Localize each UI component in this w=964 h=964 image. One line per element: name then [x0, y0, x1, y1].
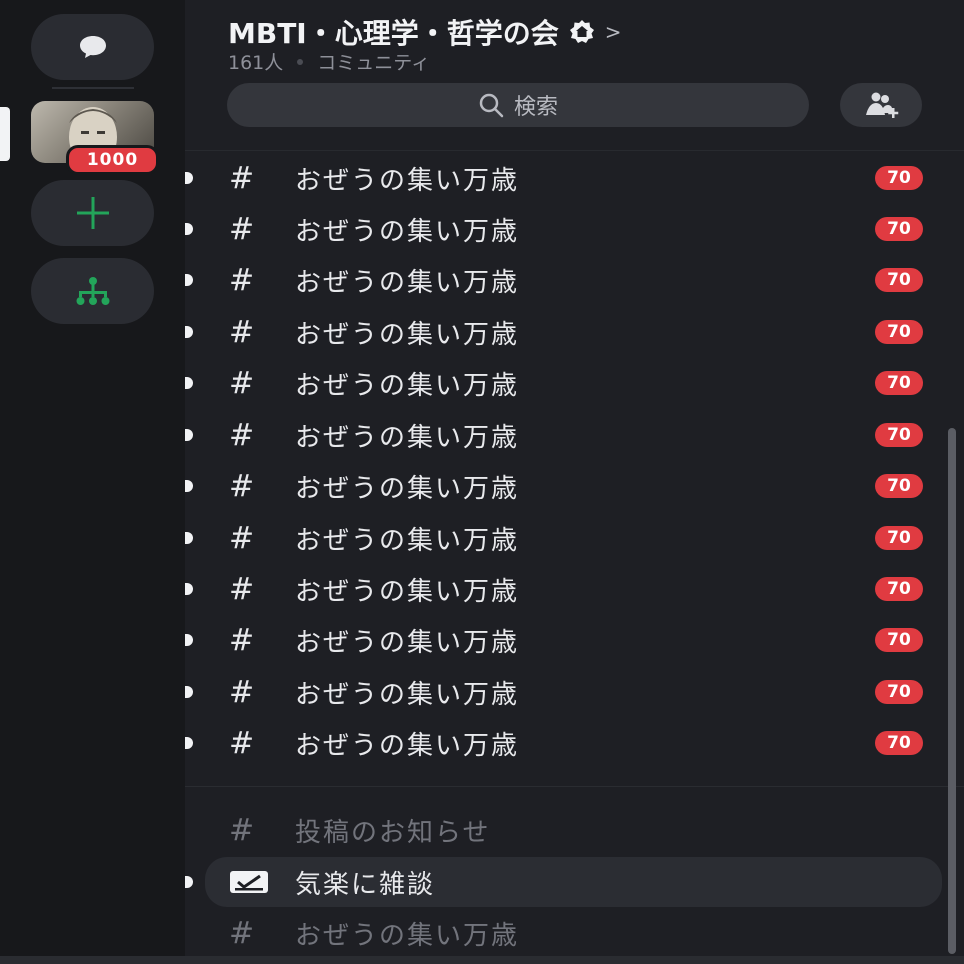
unread-indicator: [185, 223, 193, 235]
search-icon: [479, 93, 504, 118]
invite-members-button[interactable]: [840, 83, 922, 127]
add-server-button[interactable]: [31, 180, 154, 246]
channel-name: おぜうの集い万歳: [295, 319, 520, 350]
chat-bubble-icon: [79, 36, 106, 58]
channel-row[interactable]: # おぜうの集い万歳 70: [185, 358, 925, 408]
mention-badge: 70: [875, 474, 923, 498]
unread-indicator: [185, 634, 193, 646]
channel-row[interactable]: # おぜうの集い万歳 70: [185, 667, 925, 717]
channel-name: おぜうの集い万歳: [295, 422, 520, 453]
add-user-icon: [866, 92, 899, 118]
channel-row[interactable]: # おぜうの集い万歳 70: [185, 153, 925, 203]
channel-row[interactable]: # おぜうの集い万歳 70: [185, 255, 925, 305]
channel-row[interactable]: # おぜうの集い万歳 70: [185, 564, 925, 614]
channel-name: おぜうの集い万歳: [295, 525, 520, 556]
rail-divider: [52, 87, 134, 89]
channel-row[interactable]: # おぜうの集い万歳 70: [185, 204, 925, 254]
unread-indicator: [185, 737, 193, 749]
server-rail: 1000: [0, 0, 185, 964]
mention-badge: 70: [875, 166, 923, 190]
search-input[interactable]: 検索: [227, 83, 809, 127]
scrollbar-thumb[interactable]: [948, 428, 956, 954]
mention-badge: 70: [875, 423, 923, 447]
hash-icon: #: [229, 915, 255, 951]
channel-name: おぜうの集い万歳: [295, 473, 520, 504]
hash-icon: #: [229, 468, 255, 504]
channel-name: おぜうの集い万歳: [295, 216, 520, 247]
mention-badge: 70: [875, 371, 923, 395]
server-meta: 161人 コミュニティ: [228, 48, 430, 75]
channel-panel: MBTI・心理学・哲学の会 > 161人 コミュニティ 検索 # おぜうの集い万…: [185, 0, 964, 964]
channel-name: 投稿のお知らせ: [295, 817, 491, 848]
channel-name: おぜうの集い万歳: [295, 920, 520, 951]
hash-icon: #: [229, 622, 255, 658]
search-placeholder: 検索: [513, 95, 558, 120]
unread-indicator: [185, 480, 193, 492]
channel-row[interactable]: # おぜうの集い万歳 70: [185, 513, 925, 563]
hash-icon: #: [229, 674, 255, 710]
unread-indicator: [185, 532, 193, 544]
server-type: コミュニティ: [317, 52, 431, 74]
hash-icon: #: [229, 571, 255, 607]
mention-badge: 70: [875, 577, 923, 601]
explore-servers-button[interactable]: [31, 258, 154, 324]
hash-icon: #: [229, 262, 255, 298]
unread-indicator: [185, 326, 193, 338]
separator-dot: [297, 58, 304, 65]
mention-badge: 70: [875, 628, 923, 652]
hash-icon: #: [229, 314, 255, 350]
server-name: MBTI・心理学・哲学の会: [228, 17, 559, 50]
hierarchy-icon: [76, 277, 109, 305]
bottom-bar: [0, 956, 964, 964]
channel-name: おぜうの集い万歳: [295, 370, 520, 401]
channel-row[interactable]: # おぜうの集い万歳 70: [185, 718, 925, 768]
channel-name: 気楽に雑談: [295, 869, 436, 900]
plus-icon: [76, 197, 109, 229]
channel-row[interactable]: # おぜうの集い万歳 70: [185, 461, 925, 511]
mention-badge: 70: [875, 526, 923, 550]
hash-icon: #: [229, 211, 255, 247]
unread-indicator: [185, 876, 193, 888]
hash-icon: #: [229, 365, 255, 401]
mention-badge: 70: [875, 320, 923, 344]
mention-badge: 70: [875, 268, 923, 292]
unread-indicator: [185, 686, 193, 698]
channel-row[interactable]: # おぜうの集い万歳 70: [185, 615, 925, 665]
hash-icon: #: [229, 160, 255, 196]
selected-server-indicator: [0, 107, 10, 161]
unread-indicator: [185, 172, 193, 184]
hash-icon: #: [229, 725, 255, 761]
channel-row[interactable]: # おぜうの集い万歳 70: [185, 410, 925, 460]
header-divider: [185, 150, 964, 151]
hash-icon: #: [229, 812, 255, 848]
direct-messages-button[interactable]: [31, 14, 154, 80]
channel-row-selected[interactable]: 気楽に雑談: [185, 857, 925, 907]
channel-row[interactable]: # おぜうの集い万歳 70: [185, 307, 925, 357]
hash-icon: #: [229, 417, 255, 453]
channel-row[interactable]: # おぜうの集い万歳: [185, 908, 925, 958]
community-badge-icon: [569, 20, 594, 43]
channel-name: おぜうの集い万歳: [295, 267, 520, 298]
section-divider: [185, 786, 964, 787]
mention-badge: 70: [875, 731, 923, 755]
channel-name: おぜうの集い万歳: [295, 165, 520, 196]
channel-row[interactable]: # 投稿のお知らせ: [185, 805, 925, 855]
forum-icon: [229, 870, 269, 898]
channel-name: おぜうの集い万歳: [295, 730, 520, 761]
server-notification-badge: 1000: [66, 145, 159, 175]
unread-indicator: [185, 377, 193, 389]
channel-name: おぜうの集い万歳: [295, 627, 520, 658]
channel-name: おぜうの集い万歳: [295, 576, 520, 607]
channel-name: おぜうの集い万歳: [295, 679, 520, 710]
unread-indicator: [185, 274, 193, 286]
unread-indicator: [185, 583, 193, 595]
hash-icon: #: [229, 520, 255, 556]
chevron-right-icon: >: [604, 20, 622, 44]
mention-badge: 70: [875, 680, 923, 704]
unread-indicator: [185, 429, 193, 441]
server-header[interactable]: MBTI・心理学・哲学の会 >: [228, 12, 622, 52]
member-count: 161人: [228, 52, 284, 74]
mention-badge: 70: [875, 217, 923, 241]
